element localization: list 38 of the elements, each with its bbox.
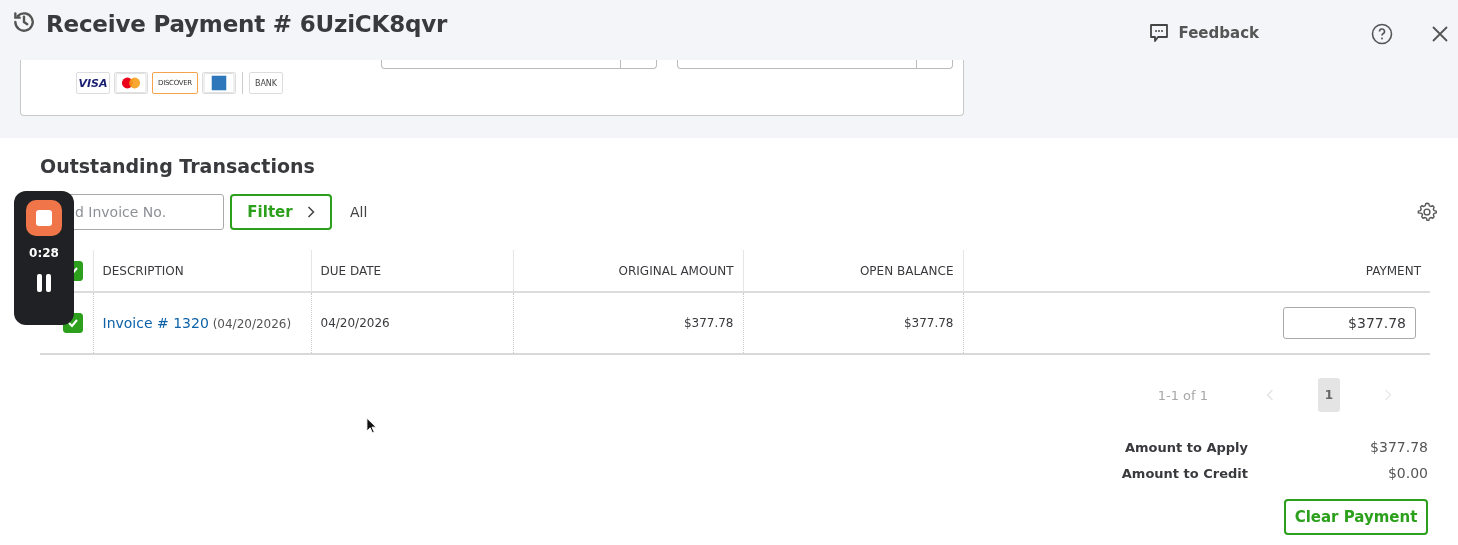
- cursor-icon: [366, 417, 377, 434]
- invoice-date: (04/20/2026): [212, 317, 292, 331]
- help-icon[interactable]: [1371, 23, 1393, 45]
- page-button[interactable]: 1: [1318, 378, 1340, 412]
- column-header: ORIGINAL AMOUNT: [618, 263, 734, 278]
- total-value: $0.00: [1386, 465, 1428, 481]
- mastercard-icon: [114, 72, 148, 94]
- card-logo: VISA: [76, 72, 110, 94]
- stop-button[interactable]: [26, 200, 62, 236]
- chat-icon: [1147, 22, 1170, 44]
- settings-icon[interactable]: [1416, 201, 1438, 223]
- history-icon: [11, 9, 37, 35]
- card-logo: BANK: [249, 72, 283, 94]
- chevron-icon: [306, 206, 315, 218]
- recording-time: 0:28: [29, 246, 59, 260]
- filter-value: All: [350, 204, 368, 220]
- column-header: DESCRIPTION: [102, 263, 184, 278]
- feedback-button[interactable]: Feedback: [1147, 22, 1259, 44]
- table-cell: $377.78: [903, 316, 954, 330]
- clear-payment-button[interactable]: Clear Payment: [1284, 499, 1428, 535]
- card-logo-icon: [202, 72, 236, 94]
- page-range: 1-1 of 1: [1157, 387, 1208, 403]
- column-header: PAYMENT: [1365, 263, 1421, 278]
- invoice-link[interactable]: Invoice # 1320: [102, 315, 209, 331]
- check-icon: [66, 317, 79, 329]
- filter-button[interactable]: Filter: [230, 194, 332, 230]
- section-title: Outstanding Transactions: [40, 154, 316, 178]
- close-icon[interactable]: [1431, 25, 1449, 43]
- total-value: $377.78: [1369, 439, 1428, 455]
- table-cell: $377.78: [683, 316, 734, 330]
- pause-icon[interactable]: [36, 274, 52, 292]
- total-label: Amount to Credit: [1120, 465, 1248, 481]
- page-title: Receive Payment # 6UziCK8qvr: [46, 11, 448, 37]
- total-label: Amount to Apply: [1123, 439, 1248, 455]
- column-header: OPEN BALANCE: [859, 263, 954, 278]
- table-cell: 04/20/2026: [320, 316, 390, 330]
- payment-field[interactable]: $377.78: [1283, 307, 1416, 339]
- column-header: DUE DATE: [320, 263, 382, 278]
